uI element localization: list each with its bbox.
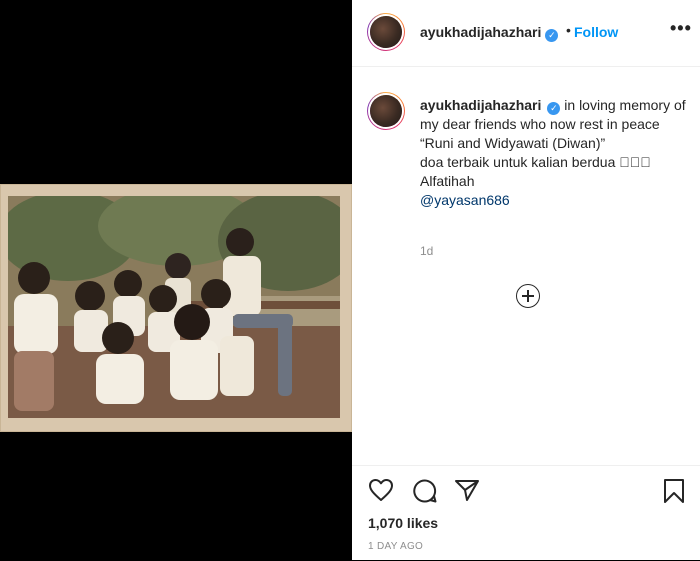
caption-avatar[interactable]	[367, 92, 405, 130]
post-photo[interactable]	[0, 184, 352, 432]
vintage-group-photo	[8, 196, 340, 418]
comment-icon[interactable]	[412, 478, 438, 504]
post-caption: ayukhadijahazhari ✓ in loving memory of m…	[420, 96, 692, 210]
post-header: ayukhadijahazhari ✓ • Follow •••	[352, 0, 700, 67]
follow-button[interactable]: Follow	[574, 24, 618, 40]
separator-dot: •	[566, 22, 571, 38]
bookmark-icon[interactable]	[663, 478, 685, 504]
action-bar: 1,070 likes 1 DAY AGO	[352, 465, 700, 561]
caption-timestamp[interactable]: 1d	[420, 244, 433, 258]
more-options-icon[interactable]: •••	[670, 18, 692, 39]
verified-badge-icon: ✓	[547, 102, 561, 115]
caption-username[interactable]: ayukhadijahazhari	[420, 97, 541, 113]
verified-badge-icon: ✓	[545, 29, 559, 42]
caption-line-2: doa terbaik untuk kalian berdua 🏻🏻🏻	[420, 154, 651, 170]
caption-line-3: Alfatihah	[420, 173, 475, 189]
post-sidebar: ayukhadijahazhari ✓ • Follow ••• ayukhadi…	[352, 0, 700, 560]
username-link[interactable]: ayukhadijahazhari	[420, 24, 541, 40]
mention-link[interactable]: @yayasan686	[420, 191, 692, 210]
header-user: ayukhadijahazhari ✓	[420, 24, 559, 42]
paper-plane-icon[interactable]	[454, 478, 480, 502]
likes-count[interactable]: 1,070 likes	[368, 515, 438, 531]
heart-icon[interactable]	[368, 478, 394, 502]
avatar[interactable]	[367, 13, 405, 51]
group-photo-illustration	[8, 196, 340, 418]
media-panel	[0, 0, 352, 560]
post-timestamp[interactable]: 1 DAY AGO	[368, 541, 423, 552]
plus-circle-icon[interactable]	[516, 284, 540, 308]
